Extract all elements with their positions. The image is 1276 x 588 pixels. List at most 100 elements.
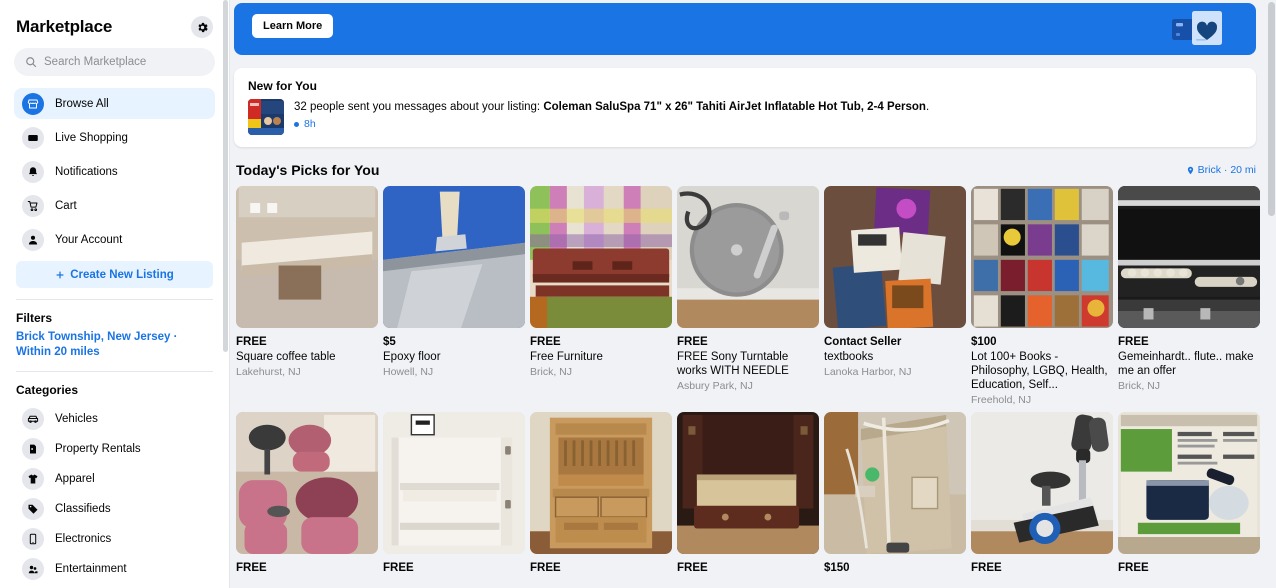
promo-banner[interactable]: Learn More xyxy=(234,3,1256,55)
listing-price: $150 xyxy=(824,562,850,574)
listing-card[interactable]: FREE xyxy=(236,412,378,575)
listing-price: FREE xyxy=(1118,562,1149,574)
listing-image[interactable] xyxy=(677,186,819,328)
category-item-property-rentals[interactable]: Property Rentals xyxy=(14,434,215,464)
listing-price: FREE xyxy=(530,562,561,574)
page-title: Marketplace xyxy=(16,17,113,36)
listing-title: textbooks xyxy=(824,351,874,363)
listing-card[interactable]: Contact Seller textbooks Lanoka Harbor, NJ xyxy=(824,186,966,407)
listing-card[interactable]: FREE Gemeinhardt.. flute.. make me an off… xyxy=(1118,186,1260,407)
listing-title: FREE Sony Turntable works WITH NEEDLE xyxy=(677,351,789,377)
listing-card[interactable]: FREE xyxy=(971,412,1113,575)
sidebar-item-cart[interactable]: Cart xyxy=(14,190,215,221)
listing-image[interactable] xyxy=(383,412,525,554)
store-icon xyxy=(27,99,39,108)
store-icon-wrapper xyxy=(22,92,44,115)
sidebar-item-label: Live Shopping xyxy=(55,131,128,144)
main-scrollbar[interactable] xyxy=(1268,2,1275,216)
category-item-label: Vehicles xyxy=(55,413,98,425)
live-video-icon: LIVE xyxy=(28,134,38,141)
marketplace-page: Marketplace Browse All LIVE Live Shopping N… xyxy=(0,0,1276,588)
listing-image[interactable] xyxy=(530,186,672,328)
wood-hutch-photo xyxy=(530,412,672,554)
sidebar-item-live-shopping[interactable]: LIVE Live Shopping xyxy=(14,122,215,153)
dresser-drawer-photo xyxy=(677,412,819,554)
live-video-icon-wrapper: LIVE xyxy=(22,126,44,149)
picks-location-button[interactable]: Brick · 20 mi xyxy=(1186,164,1256,176)
create-new-listing-button[interactable]: Create New Listing xyxy=(16,261,213,288)
sidebar-scrollbar[interactable] xyxy=(223,0,228,352)
category-item-label: Property Rentals xyxy=(55,443,141,455)
listing-image[interactable] xyxy=(530,412,672,554)
listing-location: Brick, NJ xyxy=(530,366,572,378)
shopping-cart-icon-wrapper xyxy=(22,194,44,217)
listing-image[interactable] xyxy=(824,186,966,328)
listing-card[interactable]: $150 xyxy=(824,412,966,575)
bell-icon xyxy=(29,166,37,176)
listing-price: FREE xyxy=(530,336,561,348)
ticket-icon-wrapper xyxy=(22,558,44,580)
listing-title: Free Furniture xyxy=(530,351,603,363)
listing-price: FREE xyxy=(1118,336,1149,348)
listing-image[interactable] xyxy=(1118,412,1260,554)
sidebar-item-label: Browse All xyxy=(55,97,109,110)
listing-location: Asbury Park, NJ xyxy=(677,380,753,392)
category-item-electronics[interactable]: Electronics xyxy=(14,524,215,554)
category-item-family[interactable]: Family xyxy=(14,584,215,588)
new-for-you-timestamp: 8h xyxy=(304,118,316,130)
phone-icon-wrapper xyxy=(22,528,44,550)
plus-icon xyxy=(56,270,64,279)
listing-price: $100 xyxy=(971,336,997,348)
category-list: Vehicles Property Rentals Apparel Classifie… xyxy=(14,404,215,588)
category-item-apparel[interactable]: Apparel xyxy=(14,464,215,494)
car-icon-wrapper xyxy=(22,408,44,430)
settings-button[interactable] xyxy=(191,16,213,38)
listing-card[interactable]: FREE xyxy=(383,412,525,575)
listing-location: Lakehurst, NJ xyxy=(236,366,301,378)
search-bar[interactable] xyxy=(14,48,215,76)
listing-image[interactable] xyxy=(677,412,819,554)
category-item-classifieds[interactable]: Classifieds xyxy=(14,494,215,524)
listing-card[interactable]: FREE FREE Sony Turntable works WITH NEEDL… xyxy=(677,186,819,407)
listing-image[interactable] xyxy=(824,412,966,554)
listing-card[interactable]: FREE xyxy=(1118,412,1260,575)
new-for-you-message: 32 people sent you messages about your l… xyxy=(294,100,929,115)
listing-image[interactable] xyxy=(236,412,378,554)
listing-image[interactable] xyxy=(971,412,1113,554)
listing-image[interactable] xyxy=(383,186,525,328)
listing-thumbnail xyxy=(248,99,284,135)
sidebar-item-notifications[interactable]: Notifications xyxy=(14,156,215,187)
sidebar-item-your-account[interactable]: Your Account xyxy=(14,224,215,255)
category-item-vehicles[interactable]: Vehicles xyxy=(14,404,215,434)
search-input[interactable] xyxy=(44,56,204,68)
car-icon xyxy=(27,415,39,423)
listing-card[interactable]: FREE Free Furniture Brick, NJ xyxy=(530,186,672,407)
house-icon-wrapper xyxy=(22,438,44,460)
listing-card[interactable]: FREE Square coffee table Lakehurst, NJ xyxy=(236,186,378,407)
listing-image[interactable] xyxy=(236,186,378,328)
filter-location-link[interactable]: Brick Township, New Jersey · Within 20 m… xyxy=(14,330,215,360)
picks-header: Today's Picks for You Brick · 20 mi xyxy=(236,162,1256,178)
listing-card[interactable]: $5 Epoxy floor Howell, NJ xyxy=(383,186,525,407)
listing-image[interactable] xyxy=(971,186,1113,328)
main-content: Learn More New for You 32 people sent yo… xyxy=(230,0,1276,588)
bell-icon-wrapper xyxy=(22,160,44,183)
listing-card[interactable]: $100 Lot 100+ Books - Philosophy, LGBQ, H… xyxy=(971,186,1113,407)
category-item-label: Entertainment xyxy=(55,563,127,575)
wood-table-photo xyxy=(530,186,672,328)
learn-more-button[interactable]: Learn More xyxy=(252,14,334,38)
listing-price: Contact Seller xyxy=(824,336,902,348)
new-for-you-card[interactable]: New for You 32 people sent you messages … xyxy=(234,68,1256,147)
location-pin-icon xyxy=(1187,166,1193,174)
sidebar-item-label: Notifications xyxy=(55,165,118,178)
saucepan-box-photo xyxy=(1118,412,1260,554)
listing-card[interactable]: FREE xyxy=(530,412,672,575)
listing-card[interactable]: FREE xyxy=(677,412,819,575)
listing-image[interactable] xyxy=(1118,186,1260,328)
gear-icon xyxy=(197,22,208,32)
exercise-bike-photo xyxy=(971,412,1113,554)
category-item-entertainment[interactable]: Entertainment xyxy=(14,554,215,584)
sidebar-item-browse-all[interactable]: Browse All xyxy=(14,88,215,119)
divider xyxy=(16,299,213,300)
turntable-photo xyxy=(677,186,819,328)
